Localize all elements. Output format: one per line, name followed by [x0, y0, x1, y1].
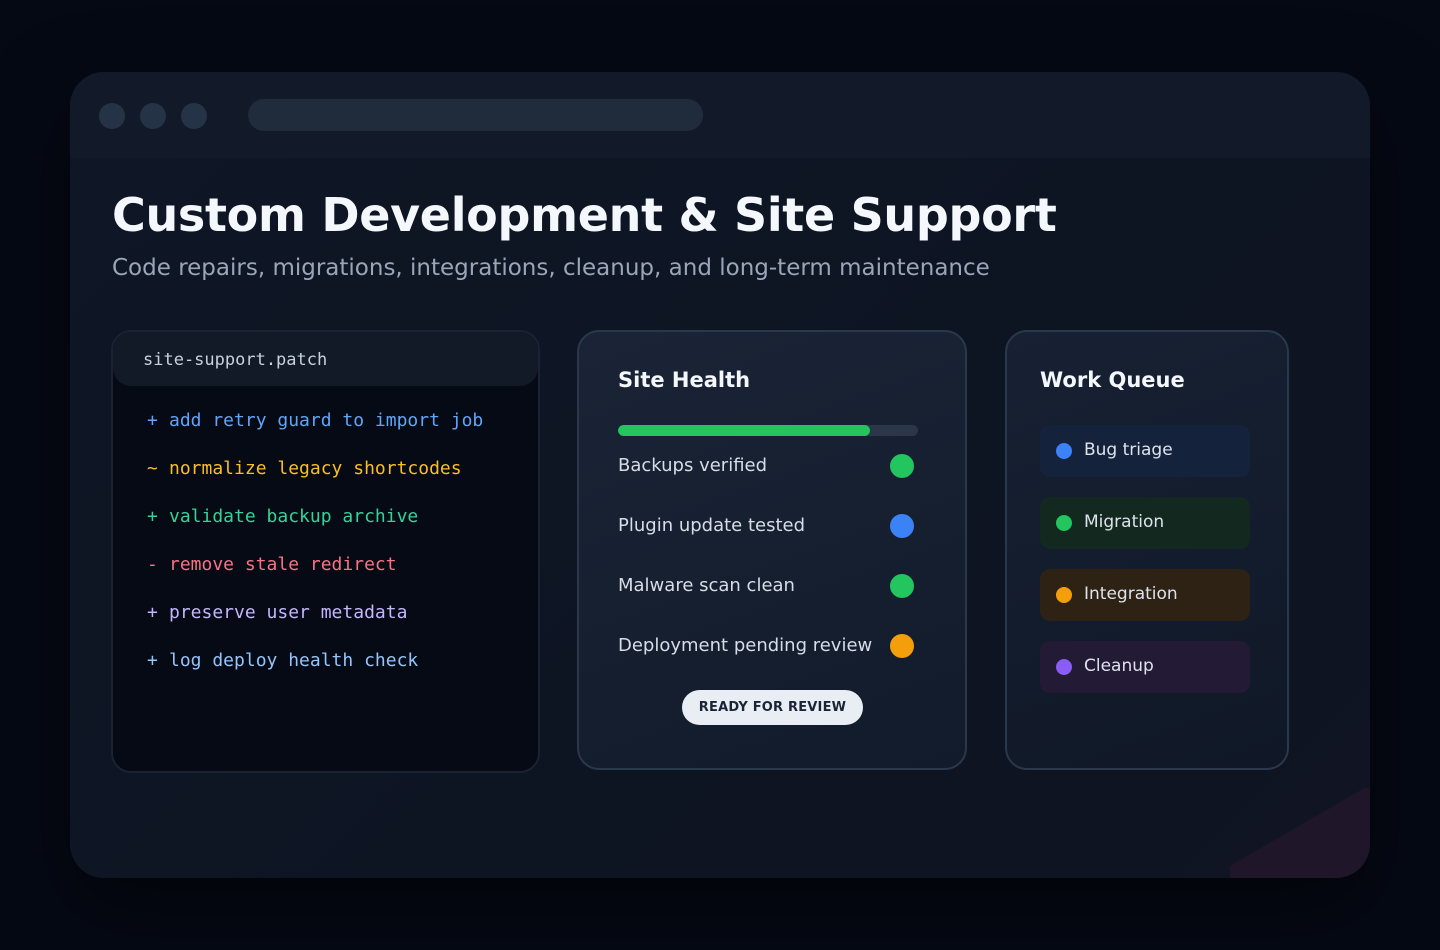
status-dot-icon	[890, 634, 914, 658]
page-title: Custom Development & Site Support	[112, 188, 1057, 242]
health-check-row: Deployment pending review	[618, 634, 914, 660]
diff-symbol: +	[147, 602, 158, 623]
ready-for-review-button[interactable]: READY FOR REVIEW	[682, 690, 863, 725]
patch-line: + validate backup archive	[147, 506, 483, 554]
queue-dot-icon	[1056, 659, 1072, 675]
status-dot-icon	[890, 454, 914, 478]
title-bar	[70, 72, 1370, 158]
diff-text: log deploy health check	[169, 650, 419, 671]
window-close-dot[interactable]	[99, 103, 125, 129]
queue-item[interactable]: Integration	[1040, 569, 1250, 621]
patch-line: + log deploy health check	[147, 650, 483, 698]
queue-item-label: Integration	[1084, 584, 1178, 604]
health-check-row: Backups verified	[618, 454, 914, 480]
queue-dot-icon	[1056, 443, 1072, 459]
diff-text: add retry guard to import job	[169, 410, 484, 431]
queue-item[interactable]: Cleanup	[1040, 641, 1250, 693]
health-check-row: Malware scan clean	[618, 574, 914, 600]
patch-line: - remove stale redirect	[147, 554, 483, 602]
queue-item-label: Bug triage	[1084, 440, 1173, 460]
address-bar[interactable]	[248, 99, 703, 131]
patch-line: + add retry guard to import job	[147, 410, 483, 458]
health-progress-fill	[618, 425, 870, 436]
diff-text: validate backup archive	[169, 506, 419, 527]
health-check-label: Malware scan clean	[618, 575, 795, 596]
diff-symbol: ~	[147, 458, 158, 479]
queue-item-label: Migration	[1084, 512, 1165, 532]
corner-decoration	[1230, 788, 1370, 878]
diff-symbol: +	[147, 506, 158, 527]
health-check-label: Plugin update tested	[618, 515, 806, 536]
queue-dot-icon	[1056, 515, 1072, 531]
health-check-label: Backups verified	[618, 455, 768, 476]
patch-card: site-support.patch + add retry guard to i…	[111, 330, 540, 773]
queue-item[interactable]: Bug triage	[1040, 425, 1250, 477]
page-subtitle: Code repairs, migrations, integrations, …	[112, 255, 990, 281]
window-minimize-dot[interactable]	[140, 103, 166, 129]
diff-text: normalize legacy shortcodes	[169, 458, 462, 479]
patch-line: ~ normalize legacy shortcodes	[147, 458, 483, 506]
queue-item-label: Cleanup	[1084, 656, 1154, 676]
queue-item[interactable]: Migration	[1040, 497, 1250, 549]
window-maximize-dot[interactable]	[181, 103, 207, 129]
status-dot-icon	[890, 514, 914, 538]
patch-filename: site-support.patch	[113, 332, 538, 386]
diff-symbol: +	[147, 410, 158, 431]
patch-lines: + add retry guard to import job ~ normaliz…	[147, 410, 483, 698]
health-check-label: Deployment pending review	[618, 635, 873, 656]
queue-dot-icon	[1056, 587, 1072, 603]
site-health-card: Site Health Backups verified Plugin upda…	[577, 330, 967, 770]
health-check-row: Plugin update tested	[618, 514, 914, 540]
patch-line: + preserve user metadata	[147, 602, 483, 650]
diff-text: preserve user metadata	[169, 602, 408, 623]
work-queue-title: Work Queue	[1040, 368, 1185, 392]
browser-window: Custom Development & Site Support Code r…	[70, 72, 1370, 878]
health-progress-bar	[618, 425, 918, 436]
work-queue-card: Work Queue Bug triage Migration Integrat…	[1005, 330, 1289, 770]
status-dot-icon	[890, 574, 914, 598]
diff-symbol: +	[147, 650, 158, 671]
diff-symbol: -	[147, 554, 158, 575]
site-health-title: Site Health	[618, 368, 751, 392]
diff-text: remove stale redirect	[169, 554, 397, 575]
